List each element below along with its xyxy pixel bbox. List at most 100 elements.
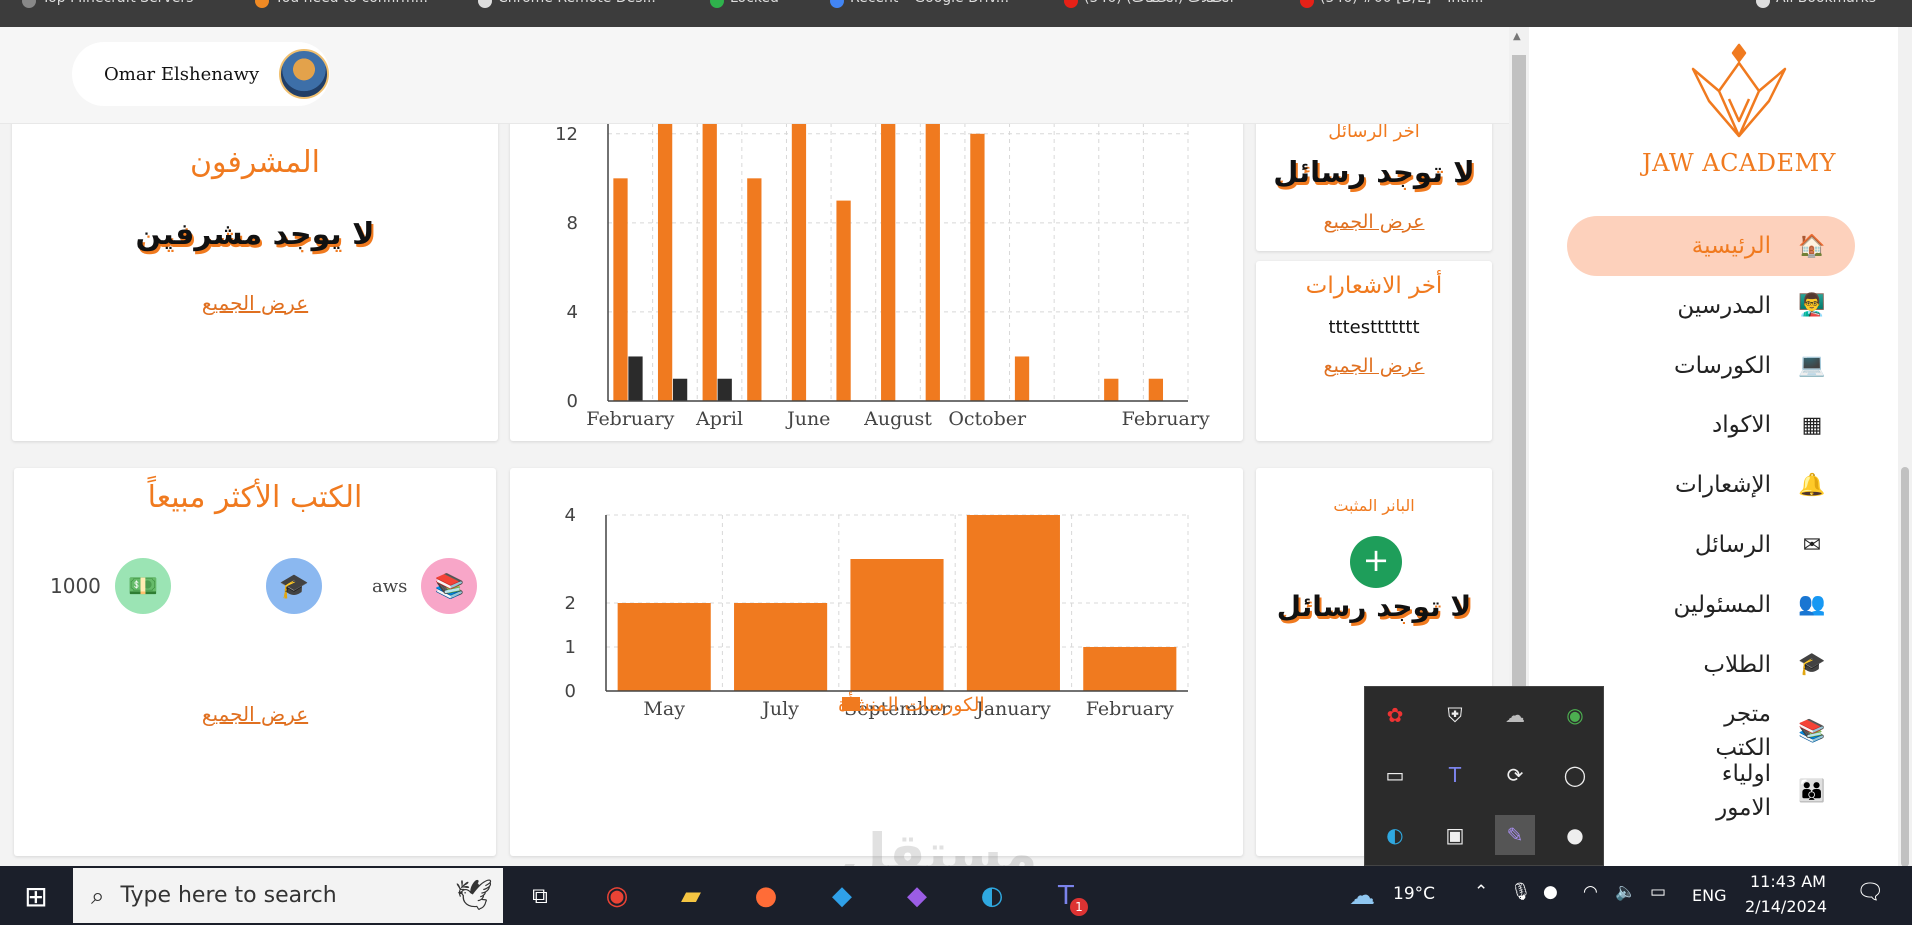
teams-notification-badge: 1 bbox=[1070, 898, 1088, 916]
sidebar-item-4[interactable]: الاكواد ▦ bbox=[1567, 395, 1855, 455]
sidebar-item-3[interactable]: الكورسات 💻 bbox=[1567, 336, 1855, 396]
user-profile[interactable]: Omar Elshenawy bbox=[72, 42, 330, 106]
bookmark-item[interactable]: Locked bbox=[710, 0, 779, 12]
task-view-icon[interactable]: ⧉ bbox=[520, 876, 560, 916]
visual-studio-icon[interactable]: ◆ bbox=[897, 876, 937, 916]
windows-start-icon[interactable]: ⊞ bbox=[16, 876, 56, 916]
courses-bar-chart: 0124May July September January Februaryالكور… bbox=[565, 505, 1189, 720]
sidebar-item-2[interactable]: المدرسين 👨‍🏫 bbox=[1567, 276, 1855, 336]
cloud-offline-icon[interactable]: ☁ bbox=[1495, 695, 1535, 735]
book-item[interactable]: 1000 💵 bbox=[50, 558, 171, 614]
bookmark-item[interactable]: الحفلات (الحلقات) (546) bbox=[1064, 0, 1234, 12]
courses-icon: 💻 bbox=[1798, 353, 1826, 379]
y-tick-label: 1 bbox=[565, 637, 576, 658]
x-tick-label: October bbox=[948, 408, 1027, 430]
x-tick-label: February bbox=[1086, 698, 1174, 720]
bar bbox=[966, 515, 1060, 691]
book-item[interactable]: aws 📚 bbox=[372, 558, 478, 614]
volume-icon[interactable]: 🔈 bbox=[1615, 882, 1636, 902]
supervisors-title: المشرفون bbox=[189, 145, 320, 180]
y-tick-label: 8 bbox=[567, 213, 578, 234]
bookmark-item[interactable]: Chrome Remote Des... bbox=[478, 0, 656, 12]
security-shield-icon[interactable]: ⛨ bbox=[1435, 695, 1475, 735]
y-tick-label: 12 bbox=[555, 124, 578, 145]
edge-tray-icon[interactable]: ◐ bbox=[1375, 815, 1415, 855]
sidebar-item-label: المسئولين bbox=[1673, 591, 1772, 618]
camera-icon[interactable]: ▣ bbox=[1435, 815, 1475, 855]
wifi-icon[interactable]: ◠ bbox=[1583, 882, 1598, 902]
sidebar-scrollbar-thumb[interactable] bbox=[1901, 467, 1909, 867]
teams-tray-icon[interactable]: T bbox=[1435, 755, 1475, 795]
home-icon: 🏠 bbox=[1798, 233, 1826, 259]
sidebar-item-10[interactable]: اولياء الامور 👪 bbox=[1567, 754, 1855, 828]
bookmark-item[interactable]: (546) #00 [D/E] – Intr... bbox=[1300, 0, 1484, 12]
bar bbox=[628, 356, 643, 401]
tray-chevron-icon[interactable]: ⌃ bbox=[1474, 882, 1488, 902]
huawei-icon[interactable]: ✿ bbox=[1375, 695, 1415, 735]
sync-icon[interactable]: ⟳ bbox=[1495, 755, 1535, 795]
sidebar-item-8[interactable]: الطلاب 🎓 bbox=[1567, 635, 1855, 695]
app-status-icon[interactable]: ● bbox=[1543, 882, 1558, 902]
feather-app-icon[interactable]: ✎ bbox=[1495, 815, 1535, 855]
notifications-view-all-link[interactable]: عرض الجميع bbox=[1256, 355, 1492, 377]
bookmark-item[interactable]: All Bookmarks bbox=[1756, 0, 1876, 12]
x-tick-label: May bbox=[643, 698, 685, 720]
legend-label: الكورسات المنشأة bbox=[838, 691, 985, 716]
battery-icon[interactable]: ▭ bbox=[1650, 882, 1666, 902]
supervisors-empty-text: لا يوجد مشرفين bbox=[135, 217, 375, 252]
weather-cloud-icon[interactable]: ☁ bbox=[1342, 876, 1382, 916]
x-tick-label: February bbox=[586, 408, 674, 430]
bookmark-item[interactable]: You need to confirm... bbox=[255, 0, 428, 12]
bar bbox=[1083, 647, 1177, 691]
sidebar-item-label: الرئيسية bbox=[1691, 233, 1771, 259]
circle-app-icon[interactable]: ◯ bbox=[1555, 755, 1595, 795]
book-item[interactable]: 🎓 bbox=[266, 558, 322, 614]
watermark-logo: مستقل bbox=[840, 822, 1038, 866]
messages-view-all-link[interactable]: عرض الجميع bbox=[1256, 211, 1492, 233]
sidebar-item-5[interactable]: الإشعارات 🔔 bbox=[1567, 455, 1855, 515]
notification-center-icon[interactable]: 🗨 bbox=[1856, 880, 1884, 905]
x-tick-label: July bbox=[760, 698, 799, 720]
sidebar-item-6[interactable]: الرسائل ✉ bbox=[1567, 515, 1855, 575]
x-tick-label: February bbox=[1122, 408, 1210, 430]
bar bbox=[747, 178, 762, 401]
taskbar-search-input[interactable]: ⌕ Type here to search 🕊 bbox=[73, 868, 503, 923]
x-tick-label: January bbox=[974, 698, 1051, 720]
courses-chart-card: 0 1 2 4 May July September January February الكور… bbox=[510, 468, 1243, 856]
weather-temp[interactable]: 19°C bbox=[1393, 884, 1435, 904]
bookmark-favicon-icon bbox=[1300, 0, 1314, 8]
mail-icon: ✉ bbox=[1802, 532, 1822, 558]
sidebar-item-7[interactable]: المسئولين 👥 bbox=[1567, 575, 1855, 635]
bookmark-favicon-icon bbox=[22, 0, 36, 8]
postman-icon[interactable]: ● bbox=[746, 876, 786, 916]
chrome-app-icon[interactable]: ◉ bbox=[597, 876, 637, 916]
beats-icon[interactable]: ● bbox=[1555, 815, 1595, 855]
microphone-icon[interactable]: 🎙 bbox=[1510, 882, 1532, 902]
x-tick-label: April bbox=[695, 408, 743, 430]
add-banner-button[interactable]: + bbox=[1350, 536, 1402, 588]
chrome-tray-icon[interactable]: ◉ bbox=[1555, 695, 1595, 735]
notifications-card: أخر الاشعارات tttesttttttt عرض الجميع bbox=[1256, 261, 1492, 441]
sidebar-item-label: الكورسات bbox=[1673, 352, 1771, 379]
bookmark-item[interactable]: Top Minecraft Servers bbox=[22, 0, 193, 12]
bar bbox=[702, 89, 717, 401]
vscode-icon[interactable]: ◆ bbox=[822, 876, 862, 916]
supervisors-view-all-link[interactable]: عرض الجميع bbox=[12, 291, 498, 315]
clock-time[interactable]: 11:43 AM bbox=[1750, 872, 1826, 891]
language-indicator[interactable]: ENG bbox=[1692, 886, 1726, 905]
sidebar-scrollbar[interactable] bbox=[1898, 27, 1912, 867]
edge-app-icon[interactable]: ◐ bbox=[972, 876, 1012, 916]
scroll-up-icon[interactable]: ▲ bbox=[1513, 31, 1521, 42]
jaw-academy-logo-icon bbox=[1691, 43, 1787, 138]
file-explorer-icon[interactable]: ▰ bbox=[671, 876, 711, 916]
bestsellers-view-all-link[interactable]: عرض الجميع bbox=[14, 702, 496, 726]
clock-date[interactable]: 2/14/2024 bbox=[1745, 897, 1827, 916]
x-tick-label: August bbox=[863, 408, 932, 430]
sidebar-item-1[interactable]: الرئيسية 🏠 bbox=[1567, 216, 1855, 276]
bookmark-item[interactable]: Recent – Google Driv... bbox=[830, 0, 1009, 12]
windows-taskbar: ⊞ ⌕ Type here to search 🕊 ⧉ ◉ ▰ ● ◆ ◆ ◐ … bbox=[0, 866, 1912, 925]
bar bbox=[1104, 378, 1119, 401]
user-avatar bbox=[279, 49, 330, 99]
display-icon[interactable]: ▭ bbox=[1375, 755, 1415, 795]
student-icon: 🎓 bbox=[1798, 652, 1826, 678]
